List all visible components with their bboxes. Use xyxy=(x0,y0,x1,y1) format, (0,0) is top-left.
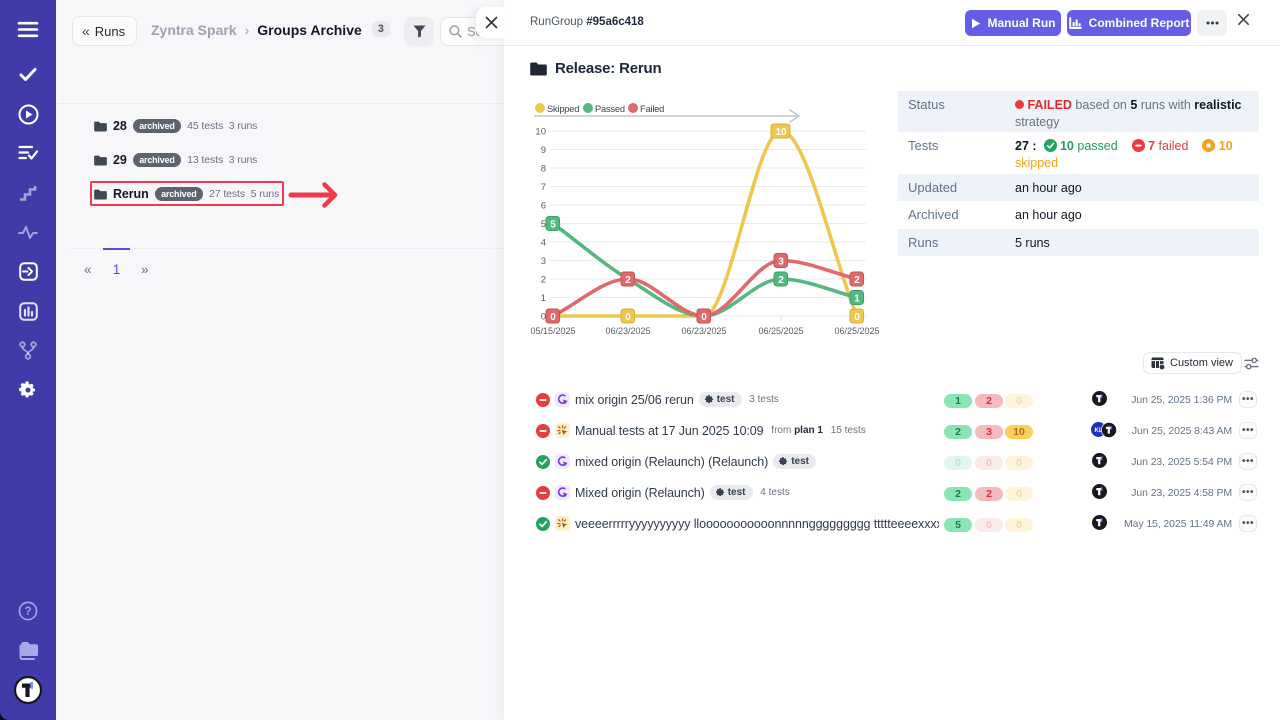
svg-text:Passed: Passed xyxy=(595,104,625,114)
svg-text:7: 7 xyxy=(541,182,546,193)
svg-text:9: 9 xyxy=(541,145,546,156)
svg-text:6: 6 xyxy=(541,201,546,212)
svg-text:0: 0 xyxy=(701,312,707,323)
svg-text:06/23/2025: 06/23/2025 xyxy=(681,326,726,336)
svg-text:4: 4 xyxy=(541,238,546,249)
svg-text:05/15/2025: 05/15/2025 xyxy=(530,326,575,336)
svg-text:3: 3 xyxy=(778,256,784,267)
svg-text:06/25/2025: 06/25/2025 xyxy=(758,326,803,336)
svg-text:3: 3 xyxy=(541,256,546,267)
svg-text:?: ? xyxy=(24,606,31,618)
svg-text:Skipped: Skipped xyxy=(547,104,579,114)
svg-text:1: 1 xyxy=(541,293,546,304)
svg-text:10: 10 xyxy=(535,127,546,138)
svg-text:0: 0 xyxy=(854,312,860,323)
svg-text:0: 0 xyxy=(541,312,546,323)
svg-text:5: 5 xyxy=(541,219,546,230)
svg-text:Failed: Failed xyxy=(640,104,664,114)
svg-text:2: 2 xyxy=(625,275,631,286)
svg-text:2: 2 xyxy=(778,275,784,286)
svg-text:0: 0 xyxy=(625,312,631,323)
svg-text:5: 5 xyxy=(550,219,556,230)
svg-text:06/25/2025: 06/25/2025 xyxy=(834,326,879,336)
svg-text:1: 1 xyxy=(854,293,860,304)
svg-text:06/23/2025: 06/23/2025 xyxy=(605,326,650,336)
svg-text:0: 0 xyxy=(550,312,556,323)
svg-text:2: 2 xyxy=(541,275,546,286)
svg-text:10: 10 xyxy=(775,127,787,138)
svg-text:8: 8 xyxy=(541,164,546,175)
svg-text:2: 2 xyxy=(854,275,860,286)
